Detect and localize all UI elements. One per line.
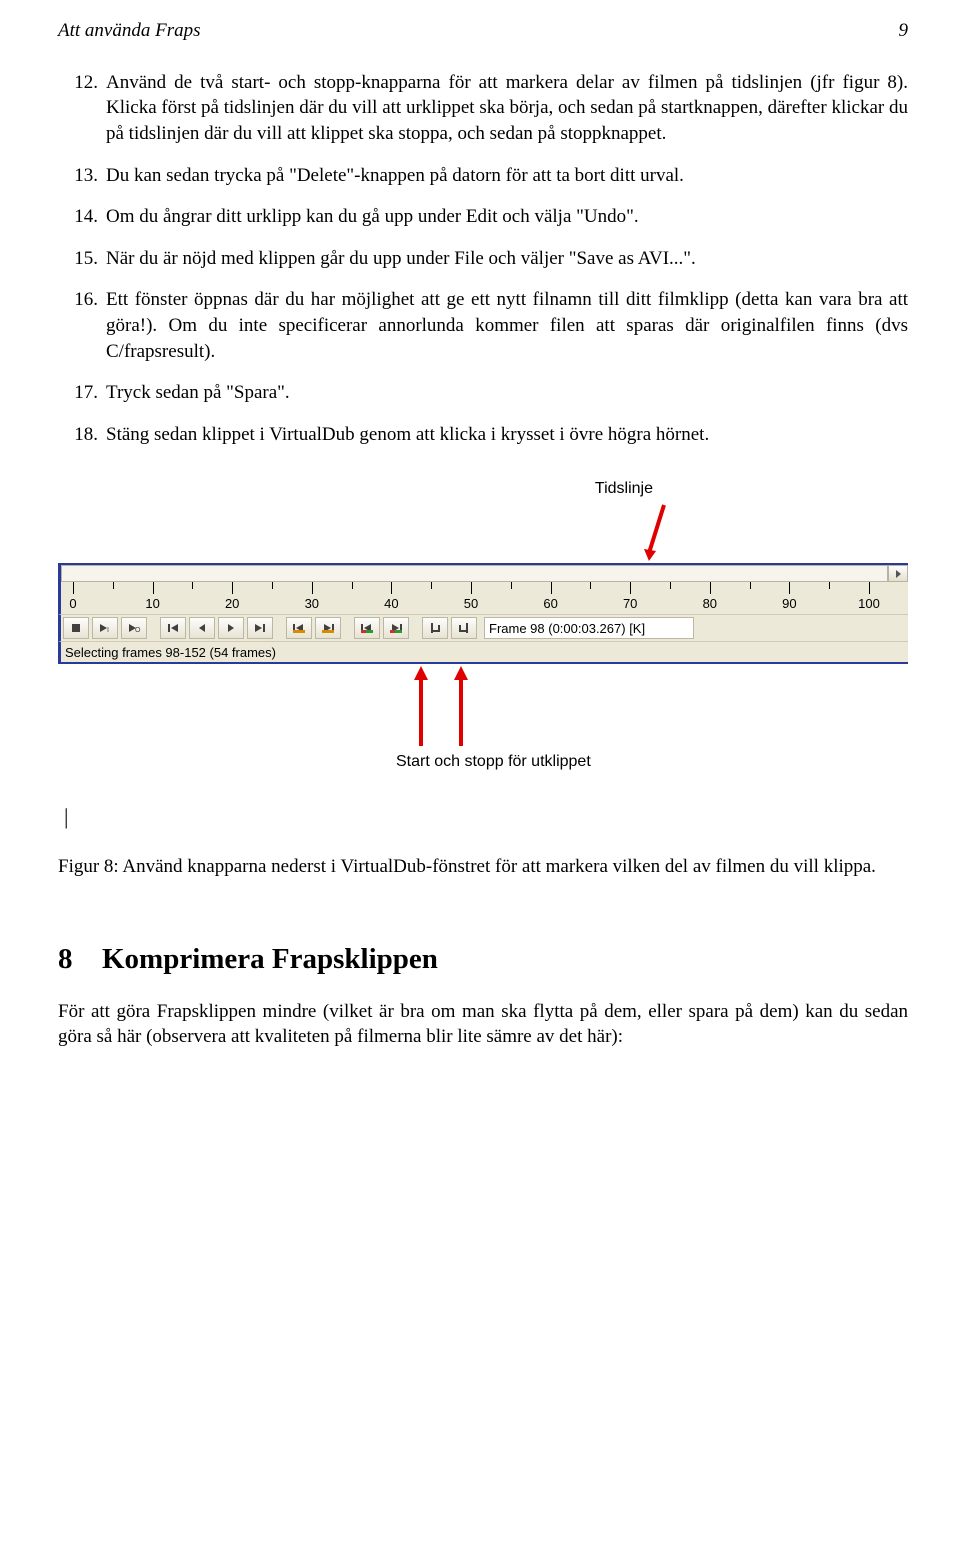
list-text: Stäng sedan klippet i VirtualDub genom a… [106, 422, 908, 448]
header-title: Att använda Fraps [58, 18, 201, 44]
ruler-minor-tick [750, 582, 751, 589]
arrow-icon [448, 664, 474, 750]
ruler-tick-label: 0 [69, 595, 76, 613]
ruler-tick-label: 60 [543, 595, 557, 613]
arrow-icon [408, 664, 434, 750]
timeline-toolbar: I O [58, 614, 908, 641]
ruler-tick-label: 90 [782, 595, 796, 613]
page-header: Att använda Fraps 9 [58, 18, 908, 44]
ruler-tick [710, 582, 711, 594]
list-item: 14. Om du ångrar ditt urklipp kan du gå … [58, 204, 908, 230]
list-number: 18. [58, 422, 106, 448]
list-item: 18. Stäng sedan klippet i VirtualDub gen… [58, 422, 908, 448]
annotation-top-arrow [58, 503, 908, 563]
section-number: 8 [58, 940, 102, 979]
list-text: Ett fönster öppnas där du har möjlighet … [106, 287, 908, 364]
list-number: 12. [58, 70, 106, 147]
frame-info-field[interactable]: Frame 98 (0:00:03.267) [K] [484, 617, 694, 639]
ruler-tick [471, 582, 472, 594]
text-caret: | [64, 802, 908, 832]
section-heading: 8Komprimera Frapsklippen [58, 940, 908, 979]
scroll-right-button[interactable] [888, 565, 908, 582]
timeline-ruler[interactable]: 0 10 20 30 40 50 60 70 80 90 100 [58, 582, 908, 614]
ruler-tick-label: 40 [384, 595, 398, 613]
ruler-tick-label: 100 [858, 595, 880, 613]
ruler-tick [551, 582, 552, 594]
go-end-button[interactable] [247, 617, 273, 639]
svg-text:I: I [107, 627, 109, 634]
prev-scene-button[interactable] [354, 617, 380, 639]
ruler-minor-tick [670, 582, 671, 589]
ruler-tick-label: 50 [464, 595, 478, 613]
ruler-minor-tick [272, 582, 273, 589]
list-number: 14. [58, 204, 106, 230]
header-page-number: 9 [899, 18, 909, 44]
svg-text:O: O [135, 627, 141, 634]
step-back-button[interactable] [189, 617, 215, 639]
list-item: 16. Ett fönster öppnas där du har möjlig… [58, 287, 908, 364]
section-title: Komprimera Frapsklippen [102, 943, 438, 975]
ruler-tick-label: 80 [703, 595, 717, 613]
ruler-tick [73, 582, 74, 594]
list-text: Tryck sedan på "Spara". [106, 380, 908, 406]
status-bar: Selecting frames 98-152 (54 frames) [58, 641, 908, 664]
ruler-tick [153, 582, 154, 594]
ruler-minor-tick [192, 582, 193, 589]
ruler-tick-label: 30 [305, 595, 319, 613]
figure-8: Tidslinje 0 10 20 30 40 50 60 70 80 90 100 I O [58, 478, 908, 832]
ruler-tick-label: 20 [225, 595, 239, 613]
list-item: 17. Tryck sedan på "Spara". [58, 380, 908, 406]
scrollbar-track[interactable] [61, 565, 888, 582]
list-text: Du kan sedan trycka på "Delete"-knappen … [106, 163, 908, 189]
ruler-tick [232, 582, 233, 594]
ruler-tick [869, 582, 870, 594]
list-item: 15. När du är nöjd med klippen går du up… [58, 246, 908, 272]
list-text: Om du ångrar ditt urklipp kan du gå upp … [106, 204, 908, 230]
list-item: 13. Du kan sedan trycka på "Delete"-knap… [58, 163, 908, 189]
list-number: 16. [58, 287, 106, 364]
annotation-top-label: Tidslinje [58, 478, 908, 500]
list-number: 17. [58, 380, 106, 406]
frame-info-text: Frame 98 (0:00:03.267) [K] [489, 620, 645, 638]
ruler-minor-tick [511, 582, 512, 589]
ruler-tick [789, 582, 790, 594]
stop-button[interactable] [63, 617, 89, 639]
list-text: Använd de två start- och stopp-knapparna… [106, 70, 908, 147]
annotation-bottom-label: Start och stopp för utklippet [396, 752, 591, 772]
play-output-button[interactable]: O [121, 617, 147, 639]
horizontal-scrollbar[interactable] [58, 563, 908, 582]
list-number: 13. [58, 163, 106, 189]
ruler-tick-label: 70 [623, 595, 637, 613]
list-text: När du är nöjd med klippen går du upp un… [106, 246, 908, 272]
prev-keyframe-button[interactable] [286, 617, 312, 639]
list-number: 15. [58, 246, 106, 272]
next-scene-button[interactable] [383, 617, 409, 639]
ruler-tick [630, 582, 631, 594]
annotation-bottom: Start och stopp för utklippet [58, 664, 908, 756]
play-input-button[interactable]: I [92, 617, 118, 639]
status-text: Selecting frames 98-152 (54 frames) [65, 644, 276, 662]
section-paragraph: För att göra Frapsklippen mindre (vilket… [58, 999, 908, 1050]
chevron-right-icon [896, 570, 901, 578]
mark-out-button[interactable] [451, 617, 477, 639]
ruler-minor-tick [352, 582, 353, 589]
ruler-tick-label: 10 [145, 595, 159, 613]
go-start-button[interactable] [160, 617, 186, 639]
ruler-tick [391, 582, 392, 594]
ruler-minor-tick [113, 582, 114, 589]
next-keyframe-button[interactable] [315, 617, 341, 639]
figure-caption: Figur 8: Använd knapparna nederst i Virt… [58, 854, 908, 880]
ruler-tick [312, 582, 313, 594]
ruler-minor-tick [590, 582, 591, 589]
ruler-minor-tick [431, 582, 432, 589]
step-forward-button[interactable] [218, 617, 244, 639]
list-item: 12. Använd de två start- och stopp-knapp… [58, 70, 908, 147]
numbered-list: 12. Använd de två start- och stopp-knapp… [58, 70, 908, 448]
mark-in-button[interactable] [422, 617, 448, 639]
ruler-minor-tick [829, 582, 830, 589]
